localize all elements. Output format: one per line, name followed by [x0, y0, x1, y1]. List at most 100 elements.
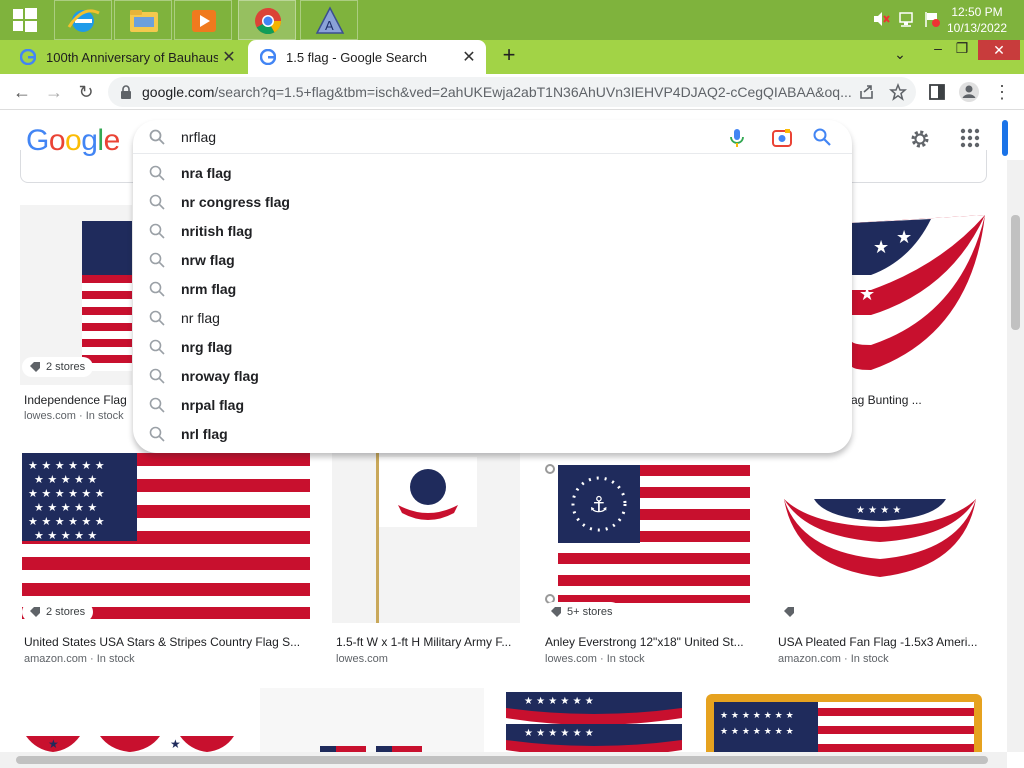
- suggestion-text: nra flag: [181, 164, 232, 181]
- file-explorer-taskbar-button[interactable]: [114, 0, 172, 40]
- suggestion-text: nrg flag: [181, 338, 233, 355]
- share-icon[interactable]: [858, 83, 876, 101]
- suggestion-item[interactable]: nrw flag: [133, 245, 852, 274]
- result-source[interactable]: lowes.com · In stock: [545, 653, 645, 665]
- svg-text:★: ★: [873, 237, 889, 258]
- profile-avatar-icon[interactable]: [958, 81, 980, 103]
- tab-search-chevron-icon[interactable]: ⌄: [890, 46, 910, 66]
- result-source[interactable]: lowes.com: [336, 653, 388, 665]
- search-input[interactable]: [181, 129, 721, 145]
- forward-arrow-icon[interactable]: →: [44, 82, 64, 102]
- back-arrow-icon[interactable]: ←: [12, 82, 32, 102]
- result-title[interactable]: 1.5-ft W x 1-ft H Military Army F...: [336, 635, 520, 649]
- network-icon[interactable]: [897, 10, 915, 28]
- svg-text:A: A: [325, 18, 334, 33]
- google-apps-grid-icon[interactable]: [959, 127, 981, 149]
- browser-toolbar: ← → ↻ google.com/search?q=1.5+flag&tbm=i…: [0, 74, 1024, 110]
- horizontal-scrollbar-thumb[interactable]: [16, 756, 988, 764]
- result-source[interactable]: amazon.com · In stock: [778, 653, 889, 665]
- suggestion-item[interactable]: nrg flag: [133, 332, 852, 361]
- suggestion-item[interactable]: nrl flag: [133, 419, 852, 448]
- tab-title: 100th Anniversary of Bauhaus: [46, 49, 218, 65]
- minimize-window-button[interactable]: –: [928, 40, 948, 60]
- chrome-menu-icon[interactable]: ⋮: [992, 82, 1012, 102]
- media-player-icon: [192, 10, 216, 32]
- stores-badge: [776, 602, 802, 622]
- result-image-pleated-fan-flag[interactable]: ★ ★ ★ ★: [774, 447, 987, 623]
- new-tab-button[interactable]: +: [497, 44, 521, 68]
- result-title[interactable]: Anley Everstrong 12"x18" United St...: [545, 635, 754, 649]
- voice-search-mic-icon[interactable]: [729, 128, 745, 148]
- side-panel-icon[interactable]: [928, 83, 946, 101]
- search-icon: [149, 339, 165, 355]
- tab-bauhaus[interactable]: 100th Anniversary of Bauhaus ✕: [8, 40, 246, 74]
- sign-in-button-edge[interactable]: [1002, 120, 1008, 156]
- svg-text:★ ★ ★ ★ ★ ★ ★: ★ ★ ★ ★ ★ ★ ★: [720, 711, 794, 721]
- stores-count: 2 stores: [46, 361, 86, 373]
- result-image-yacht-ensign[interactable]: ⚓ 5+ stores: [541, 447, 754, 623]
- vertical-scrollbar[interactable]: [1007, 160, 1024, 752]
- result-title[interactable]: USA Pleated Fan Flag -1.5x3 Ameri...: [778, 635, 987, 649]
- action-center-flag-icon[interactable]: [922, 10, 940, 28]
- svg-text:★ ★ ★ ★ ★: ★ ★ ★ ★ ★: [34, 501, 97, 514]
- pleated-fan-flag-image: ★ ★ ★ ★: [784, 499, 976, 577]
- result-image-flag-bunting[interactable]: ★ ★ ★: [851, 205, 987, 385]
- result-source[interactable]: lowes.com · In stock: [24, 410, 124, 422]
- result-image-independence-flag[interactable]: 2 stores: [20, 205, 132, 385]
- suggestion-item[interactable]: nr congress flag: [133, 187, 852, 216]
- url-path: /search?q=1.5+flag&tbm=isch&ved=2ahUKEwj…: [214, 84, 852, 100]
- tab-title: 1.5 flag - Google Search: [286, 49, 427, 65]
- vertical-scrollbar-thumb[interactable]: [1011, 215, 1020, 330]
- svg-text:★: ★: [896, 227, 912, 248]
- suggestion-text: nr congress flag: [181, 193, 290, 210]
- search-icon: [149, 194, 165, 210]
- svg-text:★ ★ ★ ★ ★ ★: ★ ★ ★ ★ ★ ★: [524, 696, 594, 707]
- svg-text:★ ★ ★ ★ ★ ★: ★ ★ ★ ★ ★ ★: [28, 515, 105, 528]
- system-clock[interactable]: 12:50 PM 10/13/2022: [942, 4, 1012, 36]
- address-bar[interactable]: google.com/search?q=1.5+flag&tbm=isch&ve…: [108, 77, 916, 107]
- suggestion-item[interactable]: nrm flag: [133, 274, 852, 303]
- result-title[interactable]: United States USA Stars & Stripes Countr…: [24, 635, 312, 649]
- search-box: [133, 120, 852, 154]
- folder-icon: [130, 10, 158, 32]
- chrome-taskbar-button[interactable]: [238, 0, 296, 40]
- google-lens-camera-icon[interactable]: [772, 128, 792, 148]
- search-icon: [149, 368, 165, 384]
- close-window-button[interactable]: ✕: [978, 40, 1020, 60]
- suggestion-item[interactable]: nroway flag: [133, 361, 852, 390]
- result-image-usa-stars-stripes[interactable]: ★ ★ ★ ★ ★ ★ ★ ★ ★ ★ ★ ★ ★ ★ ★ ★ ★ ★ ★ ★ ★ …: [20, 447, 312, 623]
- volume-muted-icon[interactable]: [872, 10, 890, 28]
- tab-google-search[interactable]: 1.5 flag - Google Search ✕: [248, 40, 486, 74]
- media-player-taskbar-button[interactable]: [174, 0, 232, 40]
- suggestion-text: nritish flag: [181, 222, 253, 239]
- suggestion-item[interactable]: nritish flag: [133, 216, 852, 245]
- suggestion-item[interactable]: nr flag: [133, 303, 852, 332]
- windows-logo-icon: [13, 8, 37, 32]
- svg-text:⚓: ⚓: [589, 493, 609, 518]
- windows-start-button[interactable]: [0, 0, 50, 40]
- tab-close-icon[interactable]: ✕: [218, 47, 240, 67]
- bookmark-star-icon[interactable]: [889, 83, 907, 101]
- stores-count: 5+ stores: [567, 606, 613, 618]
- internet-explorer-taskbar-button[interactable]: [54, 0, 112, 40]
- suggestion-item[interactable]: nrpal flag: [133, 390, 852, 419]
- tab-close-icon[interactable]: ✕: [458, 47, 480, 67]
- result-title[interactable]: Independence Flag: [24, 393, 132, 407]
- google-favicon-icon: [260, 49, 276, 65]
- search-submit-icon[interactable]: [813, 128, 831, 146]
- windows-taskbar: A 12:50 PM 10/13/2022: [0, 0, 1024, 40]
- result-title[interactable]: ag Bunting ...: [851, 393, 987, 407]
- result-source[interactable]: amazon.com · In stock: [24, 653, 135, 665]
- settings-gear-icon[interactable]: [908, 127, 932, 151]
- horizontal-scrollbar[interactable]: [0, 752, 1007, 768]
- lock-icon[interactable]: [120, 85, 132, 99]
- suggestion-text: nr flag: [181, 309, 220, 326]
- svg-text:★ ★ ★ ★ ★ ★ ★: ★ ★ ★ ★ ★ ★ ★: [720, 727, 794, 737]
- suggestion-item[interactable]: nra flag: [133, 158, 852, 187]
- reload-icon[interactable]: ↻: [76, 82, 96, 102]
- restore-window-button[interactable]: ❐: [952, 40, 972, 60]
- app-a-taskbar-button[interactable]: A: [300, 0, 358, 40]
- url-host: google.com: [142, 84, 215, 100]
- result-image-army-flag[interactable]: [332, 447, 520, 623]
- search-icon: [149, 252, 165, 268]
